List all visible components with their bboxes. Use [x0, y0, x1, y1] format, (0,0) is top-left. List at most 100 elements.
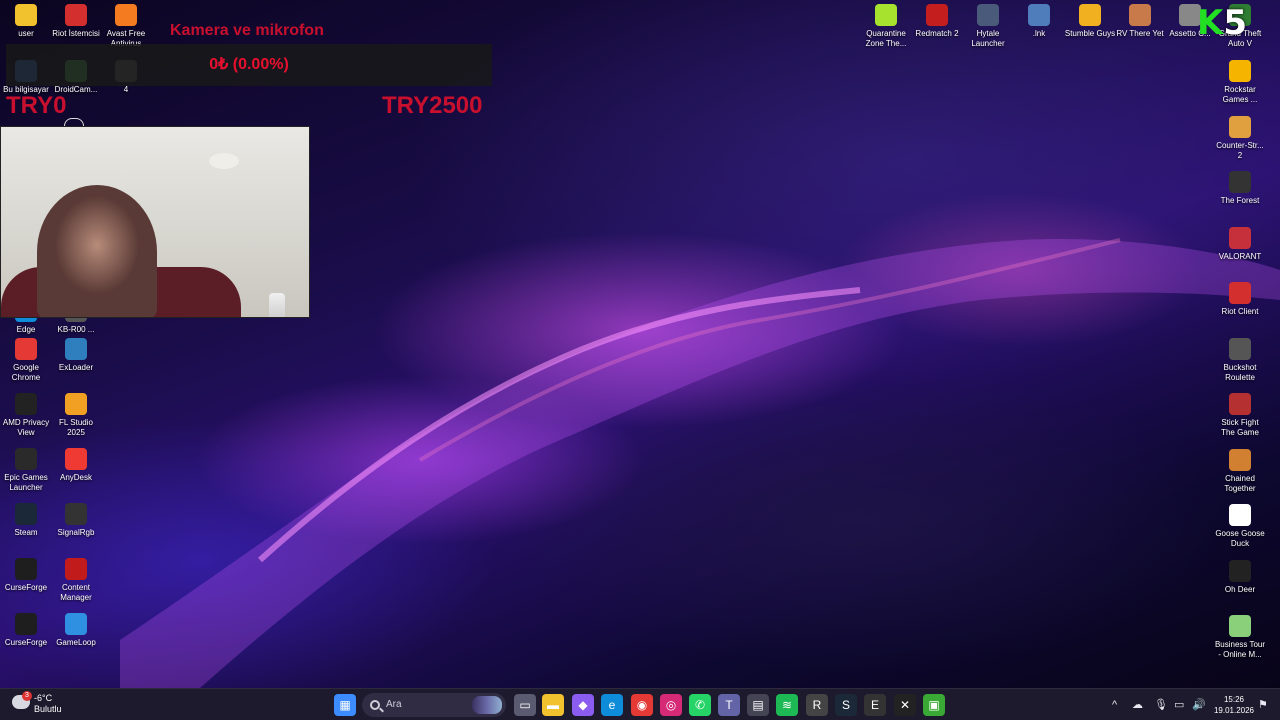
desktop-icon[interactable]: Stumble Guys [1064, 4, 1116, 39]
desktop-icon[interactable]: The Forest [1214, 171, 1266, 206]
desktop-icon[interactable]: RV There Yet [1114, 4, 1166, 39]
desktop-icon[interactable]: Chained Together [1214, 448, 1266, 494]
spotify-icon[interactable]: ≋ [776, 694, 798, 716]
chrome-icon[interactable]: ◉ [631, 694, 653, 716]
desktop-icon[interactable]: Content Manager [50, 558, 102, 603]
desktop-icon-label: Google Chrome [11, 363, 41, 382]
teams-icon[interactable]: T [718, 694, 740, 716]
desktop-icon[interactable]: Business Tour - Online M... [1214, 615, 1266, 660]
volume-icon[interactable]: 🔊 [1192, 698, 1206, 712]
shortcut-icon [1028, 4, 1050, 26]
epic-icon[interactable]: E [864, 694, 886, 716]
riot-icon [1229, 282, 1251, 304]
desktop-icon-label: Quarantine Zone The... [865, 29, 907, 48]
steam-icon[interactable]: S [835, 694, 857, 716]
instagram-icon[interactable]: ◎ [660, 694, 682, 716]
desktop-icon-label: Buckshot Roulette [1223, 362, 1257, 382]
search-placeholder: Ara [386, 699, 402, 710]
desktop-icon[interactable]: Riot Client [1214, 282, 1266, 317]
desktop-icon[interactable]: Stick Fight The Game [1214, 393, 1266, 438]
cs2-icon [1229, 115, 1251, 138]
desktop-icon-label: Stumble Guys [1064, 29, 1116, 38]
desktop-icon[interactable]: Steam [0, 503, 52, 538]
clock[interactable]: 15:26 19.01.2026 [1210, 694, 1258, 716]
android-icon[interactable]: ▣ [923, 694, 945, 716]
show-hidden-icons-icon[interactable]: ^ [1112, 698, 1117, 712]
desktop-icon[interactable]: ExLoader [50, 338, 102, 373]
curseforge-icon[interactable]: ✕ [894, 694, 916, 716]
quarantine-icon [875, 4, 897, 26]
desktop-icon-label: Oh Deer [1224, 584, 1256, 594]
onedrive-icon[interactable]: ☁ [1132, 698, 1143, 712]
notification-icon[interactable]: ⚑ [1258, 698, 1268, 712]
desktop-icon[interactable]: Oh Deer [1214, 559, 1266, 595]
desktop-icon[interactable]: Quarantine Zone The... [860, 4, 912, 49]
particle-wave [120, 238, 1280, 688]
weather-desc: Bulutlu [34, 704, 62, 714]
windows-start-icon[interactable]: ▦ [334, 694, 356, 716]
desktop-icon[interactable]: Avast Free Antivirus [100, 4, 152, 49]
amd-icon [15, 393, 37, 415]
desktop-icon-label: CurseForge [4, 583, 48, 592]
goose-icon [1229, 504, 1251, 526]
rv-icon [1129, 4, 1151, 26]
desktop-icon[interactable]: Google Chrome [0, 338, 52, 383]
desktop-icon[interactable]: Riot İstemcisi [50, 4, 102, 39]
desktop-icon[interactable]: Hytale Launcher [962, 4, 1014, 49]
desktop-icon-label: AMD Privacy View [2, 418, 50, 437]
desktop-icon-label: VALORANT [1218, 251, 1262, 261]
desktop-icon[interactable]: Goose Goose Duck [1214, 504, 1266, 549]
task-view-icon[interactable]: ▭ [514, 694, 536, 716]
file-explorer-icon[interactable]: ▬ [542, 694, 564, 716]
hytale-icon [977, 4, 999, 26]
desktop-icon-label: ExLoader [58, 363, 94, 372]
curseforge-icon [15, 558, 37, 580]
webcam-person [37, 185, 157, 317]
weather-temp: -6°C [34, 693, 53, 703]
riot-icon[interactable]: R [806, 694, 828, 716]
desktop-icon-label: Stick Fight The Game [1221, 418, 1259, 437]
valorant-icon [1229, 226, 1251, 249]
ceiling-lamp [209, 153, 239, 169]
overlay-right-value: TRY2500 [382, 92, 483, 119]
network-icon[interactable]: ▭ [1174, 698, 1184, 712]
desktop-icon-label: 4 [123, 85, 129, 94]
curseforge-icon [15, 613, 37, 635]
anydesk-icon [65, 448, 87, 470]
desktop-icon[interactable]: GameLoop [50, 613, 102, 648]
desktop-icon[interactable]: Buckshot Roulette [1214, 337, 1266, 383]
desktop-icon-label: .lnk [1032, 29, 1046, 38]
microphone-icon[interactable]: 🎙 [1154, 698, 1168, 712]
desktop-icon-label: user [18, 29, 34, 38]
desktop-icon[interactable]: Counter-Str... 2 [1214, 115, 1266, 161]
desktop-icon-label: Chained Together [1224, 473, 1256, 493]
copilot-icon[interactable]: ◆ [572, 694, 594, 716]
search-icon [370, 700, 380, 710]
whatsapp-icon[interactable]: ✆ [689, 694, 711, 716]
desktop-icon[interactable]: VALORANT [1214, 226, 1266, 262]
desktop-icon[interactable]: user [0, 4, 52, 39]
store-icon[interactable]: ▤ [747, 694, 769, 716]
desktop-icon-label: Riot Client [1221, 307, 1259, 316]
brand-badge: K5 [1197, 4, 1261, 42]
desktop-icon[interactable]: FL Studio 2025 [50, 393, 102, 438]
taskbar-search[interactable]: Ara [362, 693, 506, 717]
desktop-icon-label: Business Tour - Online M... [1214, 640, 1266, 659]
folder-icon [15, 4, 37, 26]
desktop-icon-label: Hytale Launcher [971, 29, 1005, 48]
desktop-icon[interactable]: AnyDesk [50, 448, 102, 483]
desktop-icon[interactable]: Epic Games Launcher [0, 448, 52, 493]
desktop-icon[interactable]: AMD Privacy View [0, 393, 52, 438]
desktop-icon[interactable]: .lnk [1013, 4, 1065, 39]
buckshot-icon [1229, 337, 1251, 360]
brand-badge-number: 5 [1223, 3, 1248, 43]
desktop-icon[interactable]: CurseForge [0, 613, 52, 648]
desktop-icon[interactable]: Redmatch 2 [911, 4, 963, 39]
desktop-icon[interactable]: SignalRgb [50, 503, 102, 538]
desktop-icon-label: Riot İstemcisi [52, 29, 100, 38]
edge-icon[interactable]: e [601, 694, 623, 716]
weather-badge: 3 [22, 691, 32, 701]
desktop-icon[interactable]: Rockstar Games ... [1214, 60, 1266, 105]
forest-icon [1229, 171, 1251, 193]
desktop-icon[interactable]: CurseForge [0, 558, 52, 593]
